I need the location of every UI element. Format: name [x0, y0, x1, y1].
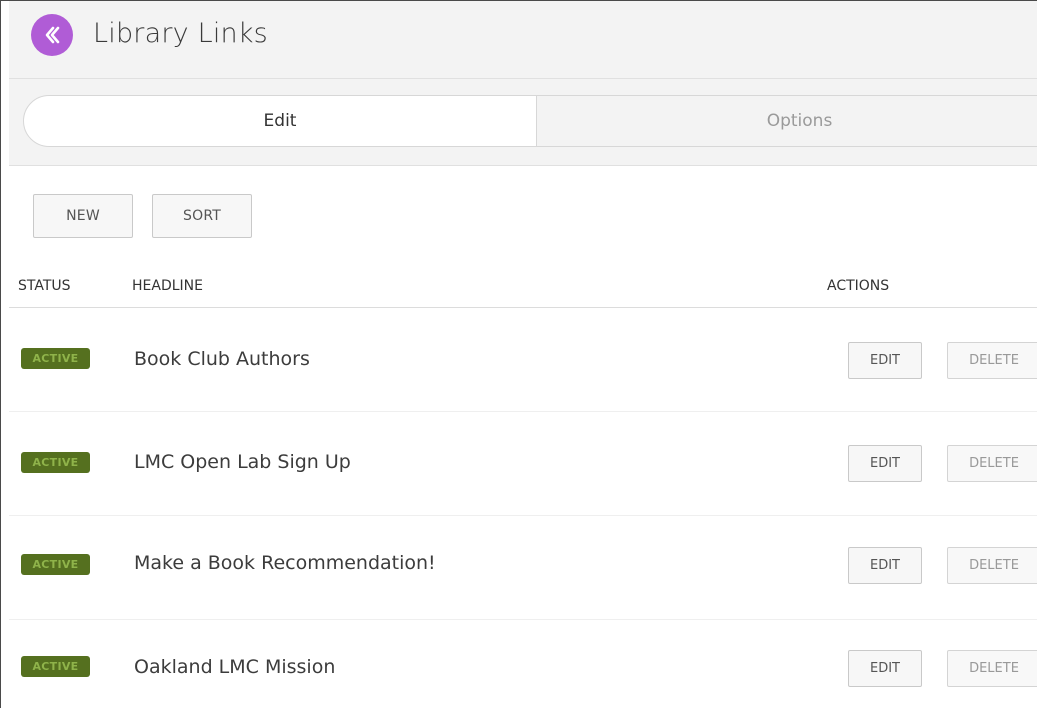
- edit-button[interactable]: EDIT: [848, 445, 922, 482]
- table-row: ACTIVE Make a Book Recommendation! EDIT …: [9, 516, 1037, 620]
- edit-button[interactable]: EDIT: [848, 650, 922, 687]
- tab-edit[interactable]: Edit: [24, 96, 537, 146]
- delete-button[interactable]: DELETE: [947, 342, 1037, 379]
- tab-options[interactable]: Options: [537, 96, 1037, 146]
- app-frame: Library Links Edit Options NEW SORT STAT…: [0, 0, 1037, 708]
- status-badge: ACTIVE: [21, 348, 90, 369]
- row-headline[interactable]: Book Club Authors: [134, 348, 310, 370]
- back-button[interactable]: [31, 14, 73, 56]
- row-headline[interactable]: Make a Book Recommendation!: [134, 552, 436, 574]
- edit-button[interactable]: EDIT: [848, 547, 922, 584]
- delete-button[interactable]: DELETE: [947, 650, 1037, 687]
- column-header-status: STATUS: [18, 278, 71, 294]
- table-row: ACTIVE Book Club Authors EDIT DELETE: [9, 308, 1037, 412]
- sort-button[interactable]: SORT: [152, 194, 252, 238]
- table-row: ACTIVE LMC Open Lab Sign Up EDIT DELETE: [9, 412, 1037, 516]
- status-badge: ACTIVE: [21, 554, 90, 575]
- edit-button[interactable]: EDIT: [848, 342, 922, 379]
- page-title: Library Links: [93, 18, 268, 49]
- row-headline[interactable]: Oakland LMC Mission: [134, 656, 335, 678]
- row-headline[interactable]: LMC Open Lab Sign Up: [134, 451, 351, 473]
- table-row: ACTIVE Oakland LMC Mission EDIT DELETE: [9, 620, 1037, 708]
- status-badge: ACTIVE: [21, 656, 90, 677]
- delete-button[interactable]: DELETE: [947, 445, 1037, 482]
- column-header-actions: ACTIONS: [827, 278, 890, 294]
- page-header: Library Links: [9, 1, 1037, 79]
- status-badge: ACTIVE: [21, 452, 90, 473]
- chevron-double-left-icon: [45, 26, 60, 44]
- segmented-tabs: Edit Options: [23, 95, 1037, 147]
- column-header-headline: HEADLINE: [132, 278, 203, 294]
- new-button[interactable]: NEW: [33, 194, 133, 238]
- delete-button[interactable]: DELETE: [947, 547, 1037, 584]
- tabs-bar: Edit Options: [9, 79, 1037, 166]
